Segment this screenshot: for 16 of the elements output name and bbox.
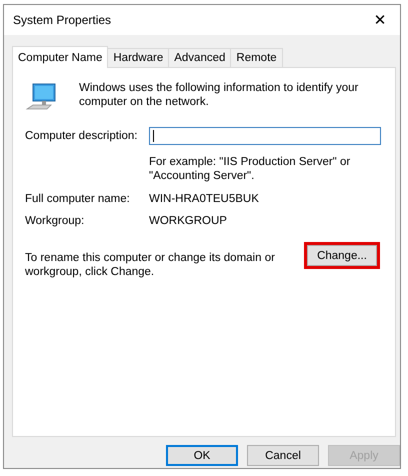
field-value: WORKGROUP — [149, 215, 227, 227]
close-button[interactable]: ✕ — [360, 5, 400, 35]
rename-text: To rename this computer or change its domain or workgroup, click Change. — [25, 251, 276, 279]
field-value: WIN-HRA0TEU5BUK — [149, 193, 259, 205]
intro-text: Windows uses the following information to identify your computer on the network. — [79, 81, 360, 109]
window-title: System Properties — [13, 13, 112, 27]
dialog-button[interactable]: OK — [166, 445, 238, 466]
dialog-button[interactable]: Cancel — [247, 445, 319, 466]
field-label: Full computer name: — [25, 193, 131, 205]
tab[interactable]: Remote — [230, 48, 283, 67]
change-button[interactable]: Change... — [307, 245, 377, 266]
tab[interactable]: Computer Name — [12, 46, 108, 68]
hint-text: For example: "IIS Production Server" or "Accounting Server". — [149, 155, 352, 183]
description-field[interactable] — [149, 127, 381, 145]
field-label: Computer description: — [25, 130, 138, 142]
field-label: Workgroup: — [25, 215, 86, 227]
